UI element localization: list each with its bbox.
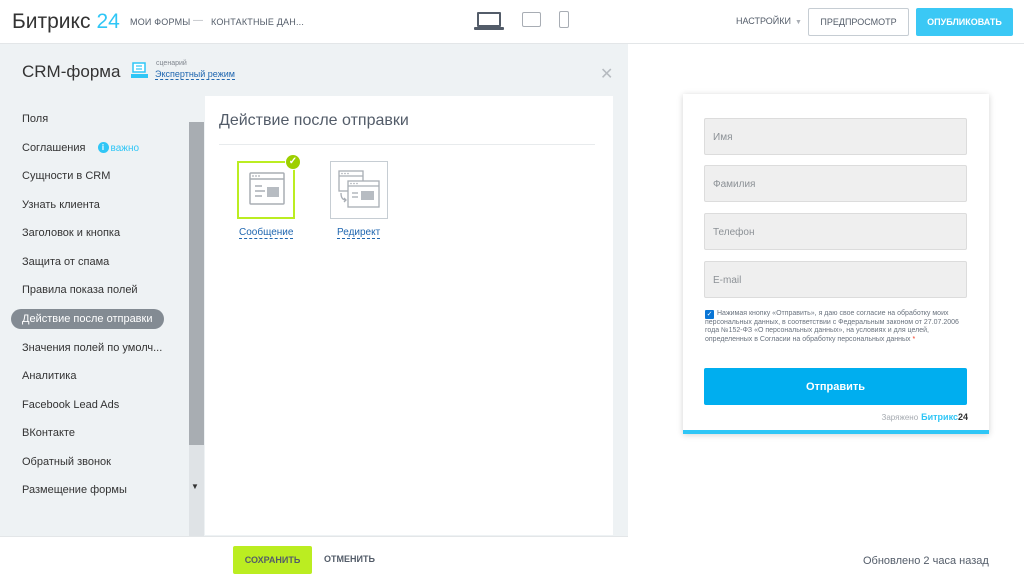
surname-field[interactable]: Фамилия xyxy=(704,165,967,202)
breadcrumb-separator: — xyxy=(193,15,203,26)
sidebar-item-fields[interactable]: Поля xyxy=(22,113,48,125)
logo-text: Битрикс xyxy=(12,10,91,33)
cancel-button[interactable]: ОТМЕНИТЬ xyxy=(324,554,375,564)
sidebar-item-identify-client[interactable]: Узнать клиента xyxy=(22,199,100,211)
sidebar-item-analytics[interactable]: Аналитика xyxy=(22,370,76,382)
sidebar-scrollbar-thumb[interactable] xyxy=(189,122,204,445)
scenario-caption: сценарий xyxy=(156,60,187,67)
sidebar-item-label: Соглашения xyxy=(22,142,86,154)
consent-text: Нажимая кнопку «Отправить», я даю свое с… xyxy=(705,310,968,344)
sidebar-item-callback[interactable]: Обратный звонок xyxy=(22,456,111,468)
info-icon: i xyxy=(97,142,109,153)
required-mark: * xyxy=(912,335,916,343)
save-button[interactable]: СОХРАНИТЬ xyxy=(233,546,312,574)
laptop-icon[interactable] xyxy=(477,12,501,27)
sidebar-item-spam-protection[interactable]: Защита от спама xyxy=(22,256,109,268)
powered-brand-number: 24 xyxy=(957,412,968,422)
selected-check-icon: ✓ xyxy=(285,154,301,170)
phone-field[interactable]: Телефон xyxy=(704,213,967,250)
sidebar-item-header-button[interactable]: Заголовок и кнопка xyxy=(22,227,120,239)
publish-button[interactable]: ОПУБЛИКОВАТЬ xyxy=(916,8,1013,36)
name-field[interactable]: Имя xyxy=(704,118,967,155)
form-editor-panel: CRM-форма сценарий Экспертный режим ✕ По… xyxy=(0,44,628,580)
phone-icon[interactable] xyxy=(559,11,569,28)
scenario-mode-link[interactable]: Экспертный режим xyxy=(155,69,235,80)
form-preview-card: Имя Фамилия Телефон E-mail Нажимая кнопк… xyxy=(683,94,989,434)
sidebar-item-after-submit[interactable]: Действие после отправки xyxy=(11,309,164,329)
option-redirect-tile[interactable] xyxy=(330,161,388,219)
tablet-icon[interactable] xyxy=(522,12,541,27)
section-title: Действие после отправки xyxy=(219,112,409,129)
scenario-icon xyxy=(131,62,148,78)
bitrix24-logo[interactable]: Битрикс 24 xyxy=(12,10,120,34)
sidebar-item-vkontakte[interactable]: ВКонтакте xyxy=(22,427,75,439)
email-field[interactable]: E-mail xyxy=(704,261,967,298)
top-bar: Битрикс 24 МОИ ФОРМЫ — КОНТАКТНЫЕ ДАН... … xyxy=(0,0,1024,44)
settings-label: НАСТРОЙКИ xyxy=(736,16,791,26)
section-divider xyxy=(219,144,595,145)
logo-number: 24 xyxy=(96,10,120,33)
powered-by: Заряжено Битрикс24 xyxy=(882,412,969,422)
option-redirect-label[interactable]: Редирект xyxy=(337,227,381,239)
important-badge: важно xyxy=(110,143,140,154)
powered-brand[interactable]: Битрикс xyxy=(921,412,958,422)
breadcrumb-my-forms[interactable]: МОИ ФОРМЫ xyxy=(130,17,190,27)
scroll-down-arrow-icon[interactable]: ▼ xyxy=(191,482,199,491)
laptop-base xyxy=(474,27,504,30)
consent-checkbox[interactable]: ✓ xyxy=(705,310,714,319)
editor-footer: СОХРАНИТЬ ОТМЕНИТЬ xyxy=(0,536,628,580)
preview-button[interactable]: ПРЕДПРОСМОТР xyxy=(808,8,909,36)
sidebar-item-default-values[interactable]: Значения полей по умолч... xyxy=(22,342,162,354)
option-message-label[interactable]: Сообщение xyxy=(239,227,294,239)
caret-down-icon: ▼ xyxy=(795,19,802,26)
breadcrumb-current-form[interactable]: КОНТАКТНЫЕ ДАН... xyxy=(211,17,304,27)
section-content: Действие после отправки ✓ Сообщение Реди… xyxy=(205,96,613,535)
message-window-icon xyxy=(249,172,285,205)
page-title: CRM-форма xyxy=(22,62,121,81)
consent-label: Нажимая кнопку «Отправить», я даю свое с… xyxy=(705,310,959,343)
updated-status: Обновлено 2 часа назад xyxy=(863,555,989,567)
submit-button[interactable]: Отправить xyxy=(704,368,967,405)
sidebar-item-crm-entities[interactable]: Сущности в CRM xyxy=(22,170,110,182)
sidebar-item-agreements[interactable]: Соглашения i важно xyxy=(22,142,139,154)
option-message-tile[interactable] xyxy=(237,161,295,219)
settings-dropdown[interactable]: НАСТРОЙКИ ▼ xyxy=(736,16,802,26)
redirect-window-icon xyxy=(338,170,380,208)
sidebar-item-facebook-lead-ads[interactable]: Facebook Lead Ads xyxy=(22,399,119,411)
close-icon[interactable]: ✕ xyxy=(600,64,613,84)
sidebar-item-form-placement[interactable]: Размещение формы xyxy=(22,484,127,496)
powered-by-label: Заряжено xyxy=(881,413,919,422)
sidebar-item-field-rules[interactable]: Правила показа полей xyxy=(22,284,138,296)
